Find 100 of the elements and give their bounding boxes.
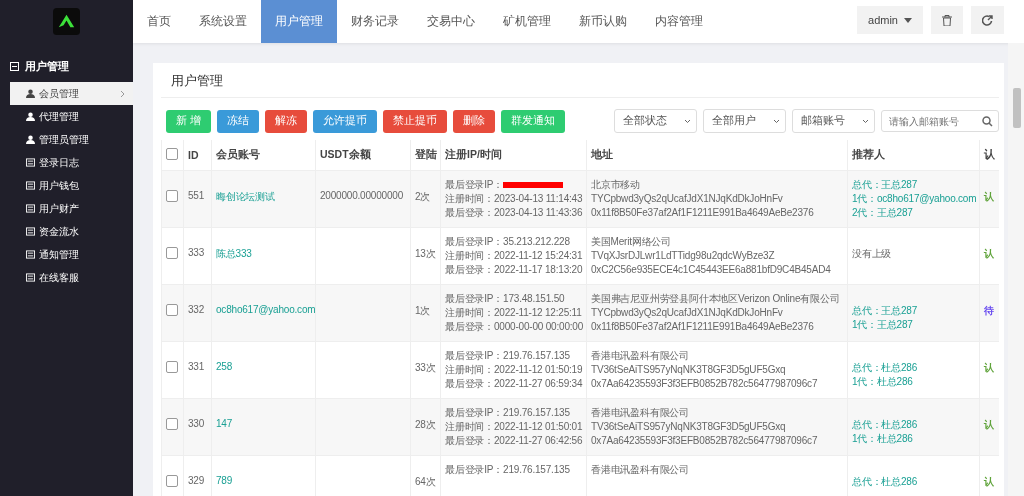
action-button[interactable]: 解冻 bbox=[264, 109, 307, 133]
trash-icon bbox=[942, 14, 952, 26]
filter-select[interactable]: 邮箱账号 bbox=[792, 109, 875, 133]
address-line: 0x11f8B50Fe37af2Af1F1211E991Ba4649AeBe2376 bbox=[591, 206, 815, 220]
column-header: 会员账号 bbox=[211, 140, 316, 171]
login-info-line: 最后登录：0000-00-00 00:00:00 bbox=[445, 320, 582, 334]
address-line: TVqXJsrDJLwr1LdTTidg98u2qdcWyBze3Z bbox=[591, 249, 776, 263]
chevron-down-icon bbox=[684, 118, 691, 124]
login-info-line: 注册时间：2023-04-13 11:14:43 bbox=[445, 192, 582, 206]
sidebar-item[interactable]: 管理员管理 bbox=[10, 128, 133, 151]
user-menu-button[interactable]: admin bbox=[857, 6, 923, 34]
status-text: 认 bbox=[984, 191, 994, 202]
caret-icon bbox=[904, 17, 912, 23]
referrer-link[interactable]: 总代：王总287 bbox=[852, 304, 975, 318]
table-cell: 33次 bbox=[410, 341, 441, 399]
referrer-link[interactable]: 1代：杜总286 bbox=[852, 375, 975, 389]
referrer-link[interactable]: 1代：杜总286 bbox=[852, 432, 975, 446]
login-info-line: 最后登录IP：35.213.212.228 bbox=[445, 235, 571, 249]
sidebar-item[interactable]: 会员管理 bbox=[10, 82, 133, 105]
referrer-link[interactable]: 总代：杜总286 bbox=[852, 361, 975, 375]
login-info-line: 最后登录IP： bbox=[445, 178, 582, 192]
nav-tab[interactable]: 首页 bbox=[133, 0, 185, 43]
account-link[interactable]: oc8ho617@yahoo.com bbox=[216, 304, 315, 315]
action-button[interactable]: 冻结 bbox=[216, 109, 259, 133]
list-icon bbox=[26, 204, 35, 213]
referrer-link[interactable]: 1代：oc8ho617@yahoo.com bbox=[852, 192, 975, 206]
address-line: 0x7Aa64235593F3f3EFB0852B782c56477987096c7 bbox=[591, 377, 819, 391]
table-cell: 551 bbox=[183, 170, 212, 228]
status-text: 认 bbox=[984, 248, 994, 259]
account-link[interactable]: 147 bbox=[216, 418, 233, 429]
sidebar-item[interactable]: 通知管理 bbox=[10, 243, 133, 266]
sidebar-group-label: 用户管理 bbox=[25, 59, 69, 74]
table-cell: 332 bbox=[183, 284, 212, 342]
nav-tab[interactable]: 交易中心 bbox=[413, 0, 489, 43]
login-info-line: 最后登录：2022-11-27 06:42:56 bbox=[445, 434, 582, 448]
checkbox[interactable] bbox=[166, 148, 178, 160]
panel-title: 用户管理 bbox=[161, 63, 999, 98]
sidebar-item[interactable]: 资金流水 bbox=[10, 220, 133, 243]
login-info-line: 注册时间：2022-11-12 01:50:01 bbox=[445, 420, 582, 434]
address-line: 香港电讯盈科有限公司 bbox=[591, 406, 690, 420]
column-header: USDT余额 bbox=[315, 140, 411, 171]
collapse-icon[interactable] bbox=[10, 62, 19, 71]
address-line: TV36tSeAiTS957yNqNK3T8GF3D5gUF5Gxq bbox=[591, 420, 787, 434]
sidebar-item[interactable]: 登录日志 bbox=[10, 151, 133, 174]
checkbox[interactable] bbox=[166, 190, 178, 202]
referrer-link[interactable]: 2代：王总287 bbox=[852, 206, 975, 220]
account-link[interactable]: 258 bbox=[216, 361, 233, 372]
action-button[interactable]: 删除 bbox=[452, 109, 495, 133]
user-icon bbox=[26, 112, 35, 121]
logout-button[interactable] bbox=[971, 6, 1004, 34]
action-button[interactable]: 群发通知 bbox=[500, 109, 565, 133]
referrer-link[interactable]: 总代：王总287 bbox=[852, 178, 975, 192]
sidebar-item[interactable]: 用户钱包 bbox=[10, 174, 133, 197]
nav-tab[interactable]: 内容管理 bbox=[641, 0, 717, 43]
address-line: TV36tSeAiTS957yNqNK3T8GF3D5gUF5Gxq bbox=[591, 363, 787, 377]
address-line: 香港电讯盈科有限公司 bbox=[591, 463, 690, 477]
table-cell: 330 bbox=[183, 398, 212, 456]
scrollbar[interactable] bbox=[1008, 43, 1024, 496]
sidebar-item[interactable]: 用户财产 bbox=[10, 197, 133, 220]
nav-tab[interactable]: 用户管理 bbox=[261, 0, 337, 43]
search-field[interactable]: 请输入邮箱账号 bbox=[881, 110, 999, 132]
checkbox[interactable] bbox=[166, 418, 178, 430]
action-button[interactable]: 新 增 bbox=[166, 109, 211, 133]
action-button[interactable]: 允许提币 bbox=[312, 109, 377, 133]
checkbox[interactable] bbox=[166, 475, 178, 487]
checkbox[interactable] bbox=[166, 247, 178, 259]
user-icon bbox=[26, 89, 35, 98]
delete-button[interactable] bbox=[931, 6, 963, 34]
table-cell: 2000000.00000000 bbox=[320, 190, 403, 201]
address-line: 美国弗吉尼亚州劳登县阿什本地区Verizon Online有限公司 bbox=[591, 292, 841, 306]
account-link[interactable]: 晦创论坛测试 bbox=[216, 191, 275, 202]
nav-tab[interactable]: 财务记录 bbox=[337, 0, 413, 43]
search-icon[interactable] bbox=[982, 116, 993, 127]
checkbox[interactable] bbox=[166, 361, 178, 373]
action-button[interactable]: 禁止提币 bbox=[382, 109, 447, 133]
sidebar-item[interactable]: 在线客服 bbox=[10, 266, 133, 289]
referrer-link[interactable]: 1代：王总287 bbox=[852, 318, 975, 332]
login-info-line: 最后登录IP：173.48.151.50 bbox=[445, 292, 566, 306]
table-cell: 331 bbox=[183, 341, 212, 399]
nav-tab[interactable]: 系统设置 bbox=[185, 0, 261, 43]
nav-tab[interactable]: 新币认购 bbox=[565, 0, 641, 43]
sidebar-item[interactable]: 代理管理 bbox=[10, 105, 133, 128]
login-info-line: 最后登录IP：219.76.157.135 bbox=[445, 463, 571, 477]
column-header: 地址 bbox=[586, 140, 848, 171]
login-info-line: 最后登录IP：219.76.157.135 bbox=[445, 406, 571, 420]
chevron-right-icon bbox=[120, 89, 125, 98]
filter-select[interactable]: 全部状态 bbox=[614, 109, 697, 133]
table-cell: 28次 bbox=[410, 398, 441, 456]
checkbox[interactable] bbox=[166, 304, 178, 316]
address-line: TYCpbwd3yQs2qUcafJdX1NJqKdDkJoHnFv bbox=[591, 306, 784, 320]
account-link[interactable]: 789 bbox=[216, 475, 233, 486]
nav-tab[interactable]: 矿机管理 bbox=[489, 0, 565, 43]
table-cell: 1次 bbox=[410, 284, 441, 342]
chevron-down-icon bbox=[862, 118, 869, 124]
account-link[interactable]: 陈总333 bbox=[216, 248, 252, 259]
login-info-line: 注册时间：2022-11-12 12:25:11 bbox=[445, 306, 582, 320]
filter-select[interactable]: 全部用户 bbox=[703, 109, 786, 133]
list-icon bbox=[26, 181, 35, 190]
referrer-link[interactable]: 总代：杜总286 bbox=[852, 418, 975, 432]
table-cell: 333 bbox=[183, 227, 212, 285]
